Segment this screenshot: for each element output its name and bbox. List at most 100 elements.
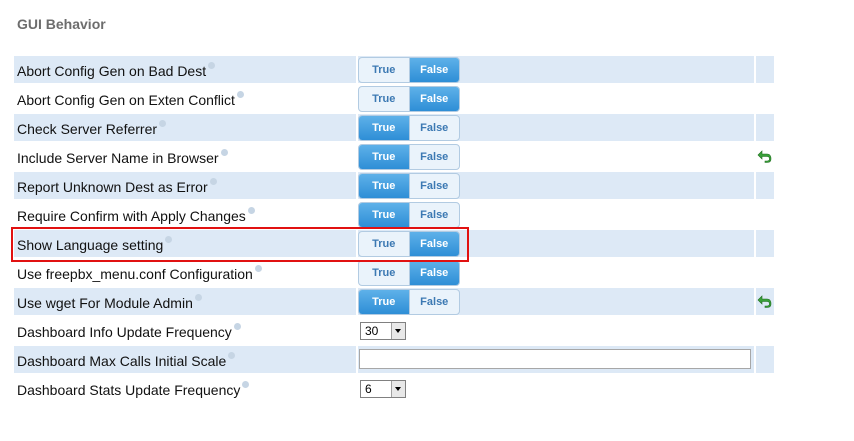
setting-control-cell: True False <box>358 259 754 286</box>
setting-label-text: Abort Config Gen on Exten Conflict <box>17 92 235 108</box>
setting-control-cell: 6 <box>358 375 754 402</box>
setting-row: Include Server Name in Browser True False <box>14 143 774 172</box>
setting-control-cell: True False <box>358 288 754 315</box>
toggle-false-button[interactable]: False <box>408 116 460 140</box>
setting-row: Dashboard Max Calls Initial Scale <box>14 346 774 375</box>
setting-label: Show Language setting <box>17 236 173 253</box>
setting-label-cell: Include Server Name in Browser <box>14 143 356 170</box>
help-icon[interactable] <box>236 91 244 98</box>
toggle-true-button[interactable]: True <box>359 145 409 169</box>
toggle-true-button[interactable]: True <box>359 232 409 256</box>
setting-row: Show Language setting True False <box>14 230 774 259</box>
setting-label-text: Dashboard Stats Update Frequency <box>17 382 241 398</box>
setting-control-cell: True False <box>358 143 754 170</box>
setting-label-cell: Dashboard Stats Update Frequency <box>14 375 356 402</box>
setting-label-text: Show Language setting <box>17 237 164 253</box>
help-icon[interactable] <box>228 352 236 359</box>
help-icon[interactable] <box>194 294 202 301</box>
help-icon[interactable] <box>233 323 241 330</box>
setting-row: Use wget For Module Admin True False <box>14 288 774 317</box>
toggle-false-button[interactable]: False <box>408 261 459 285</box>
setting-extra-cell <box>756 201 774 228</box>
setting-control-cell: True False <box>358 201 754 228</box>
help-icon[interactable] <box>220 149 228 156</box>
setting-label: Include Server Name in Browser <box>17 149 228 166</box>
setting-label-text: Report Unknown Dest as Error <box>17 179 208 195</box>
setting-control-cell: True False <box>358 114 754 141</box>
setting-label-text: Use freepbx_menu.conf Configuration <box>17 266 253 282</box>
setting-control-cell: 30 <box>358 317 754 344</box>
toggle-false-button[interactable]: False <box>408 203 460 227</box>
setting-label-text: Use wget For Module Admin <box>17 295 193 311</box>
setting-label: Dashboard Max Calls Initial Scale <box>17 352 236 369</box>
help-icon[interactable] <box>159 120 167 127</box>
toggle-true-button[interactable]: True <box>359 174 409 198</box>
toggle-use-wget-for-module-admin: True False <box>358 289 460 315</box>
toggle-false-button[interactable]: False <box>408 58 459 82</box>
setting-label-text: Include Server Name in Browser <box>17 150 219 166</box>
toggle-report-unknown-dest-as-error: True False <box>358 173 460 199</box>
setting-label-text: Dashboard Info Update Frequency <box>17 324 232 340</box>
toggle-true-button[interactable]: True <box>359 58 409 82</box>
setting-row: Require Confirm with Apply Changes True Fa… <box>14 201 774 230</box>
setting-extra-cell <box>756 346 774 373</box>
setting-control-cell: True False <box>358 230 754 257</box>
toggle-show-language-setting: True False <box>358 231 460 257</box>
toggle-abort-config-gen-on-exten-conflict: True False <box>358 86 460 112</box>
help-icon[interactable] <box>165 236 173 243</box>
toggle-true-button[interactable]: True <box>359 290 409 314</box>
toggle-true-button[interactable]: True <box>359 116 409 140</box>
setting-label: Report Unknown Dest as Error <box>17 178 217 195</box>
setting-extra-cell <box>756 375 774 402</box>
help-icon[interactable] <box>242 381 250 388</box>
help-icon[interactable] <box>247 207 255 214</box>
select-value: 6 <box>365 382 372 396</box>
toggle-false-button[interactable]: False <box>408 87 459 111</box>
setting-label: Abort Config Gen on Bad Dest <box>17 62 216 79</box>
toggle-false-button[interactable]: False <box>408 145 460 169</box>
setting-label: Use freepbx_menu.conf Configuration <box>17 265 262 282</box>
setting-label-cell: Dashboard Max Calls Initial Scale <box>14 346 356 373</box>
toggle-false-button[interactable]: False <box>408 174 460 198</box>
setting-extra-cell <box>756 259 774 286</box>
toggle-include-server-name-in-browser: True False <box>358 144 460 170</box>
select-dashboard-stats-update-frequency[interactable]: 6 <box>360 380 406 398</box>
undo-icon[interactable] <box>757 294 772 308</box>
setting-label: Abort Config Gen on Exten Conflict <box>17 91 244 108</box>
toggle-check-server-referrer: True False <box>358 115 460 141</box>
setting-label-cell: Use wget For Module Admin <box>14 288 356 315</box>
setting-label-cell: Require Confirm with Apply Changes <box>14 201 356 228</box>
select-value: 30 <box>365 324 379 338</box>
toggle-abort-config-gen-on-bad-dest: True False <box>358 57 460 83</box>
setting-row: Abort Config Gen on Bad Dest True False <box>14 56 774 85</box>
chevron-down-icon[interactable] <box>391 381 405 397</box>
setting-extra-cell <box>756 114 774 141</box>
help-icon[interactable] <box>254 265 262 272</box>
setting-label-cell: Check Server Referrer <box>14 114 356 141</box>
setting-label: Require Confirm with Apply Changes <box>17 207 255 224</box>
setting-extra-cell <box>756 317 774 344</box>
setting-label-cell: Report Unknown Dest as Error <box>14 172 356 199</box>
setting-extra-cell <box>756 85 774 112</box>
setting-control-cell: True False <box>358 85 754 112</box>
toggle-false-button[interactable]: False <box>408 290 460 314</box>
text-input-dashboard-max-calls-initial-scale[interactable] <box>359 349 751 369</box>
toggle-true-button[interactable]: True <box>359 203 409 227</box>
select-dashboard-info-update-frequency[interactable]: 30 <box>360 322 406 340</box>
toggle-true-button[interactable]: True <box>359 261 409 285</box>
setting-label: Check Server Referrer <box>17 120 167 137</box>
setting-extra-cell <box>756 230 774 257</box>
toggle-false-button[interactable]: False <box>408 232 459 256</box>
help-icon[interactable] <box>208 62 216 69</box>
chevron-down-icon[interactable] <box>391 323 405 339</box>
toggle-require-confirm-with-apply-changes: True False <box>358 202 460 228</box>
setting-label-cell: Use freepbx_menu.conf Configuration <box>14 259 356 286</box>
setting-label-cell: Show Language setting <box>14 230 356 257</box>
help-icon[interactable] <box>209 178 217 185</box>
toggle-true-button[interactable]: True <box>359 87 409 111</box>
undo-icon[interactable] <box>757 149 772 163</box>
setting-extra-cell <box>756 56 774 83</box>
setting-label-text: Require Confirm with Apply Changes <box>17 208 246 224</box>
setting-extra-cell <box>756 172 774 199</box>
settings-table: Abort Config Gen on Bad Dest True False Abo… <box>14 56 774 404</box>
